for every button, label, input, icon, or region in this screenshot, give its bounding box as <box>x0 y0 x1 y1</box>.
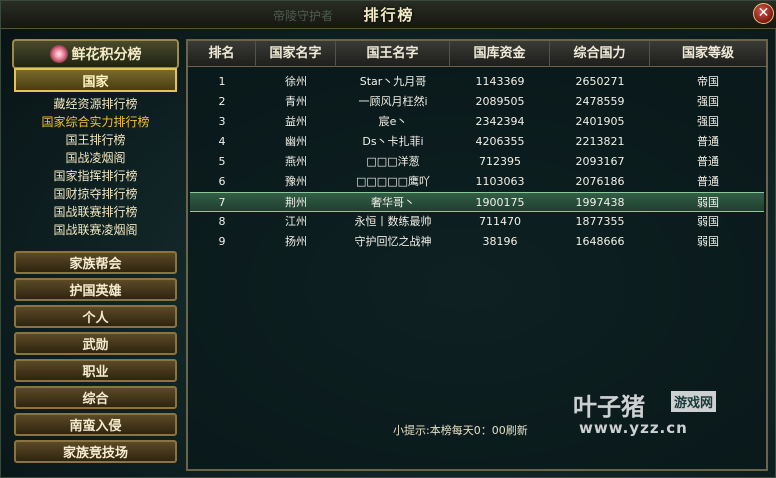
subcategory-item[interactable]: 国战凌烟阁 <box>14 149 177 167</box>
table-row[interactable]: 9 扬州 守护回忆之战神 38196 1648666 弱国 <box>190 232 764 252</box>
table-cell: 弱国 <box>697 235 719 248</box>
subcategory-item[interactable]: 国家指挥排行榜 <box>14 167 177 185</box>
flower-ranking-label: 鲜花积分榜 <box>71 47 142 63</box>
table-row[interactable]: 1 徐州 Star丶九月哥 1143369 2650271 帝国 <box>190 72 764 92</box>
refresh-tip: 小提示:本榜每天0：00刷新 <box>393 424 528 437</box>
column-header[interactable]: 排名 <box>188 41 256 67</box>
table-cell: 弱国 <box>697 196 719 209</box>
table-cell: 9 <box>218 235 226 248</box>
table-cell: 强国 <box>697 95 719 108</box>
table-cell: 普通 <box>697 135 719 148</box>
table-cell: 1997438 <box>575 196 625 209</box>
table-cell: 燕州 <box>285 155 307 168</box>
table-cell: 5 <box>218 155 226 168</box>
sidebar-category-button[interactable]: 个人 <box>14 305 177 328</box>
table-cell: 7 <box>218 196 226 209</box>
subcategory-item[interactable]: 国战联赛排行榜 <box>14 203 177 221</box>
sidebar-category-button[interactable]: 职业 <box>14 359 177 382</box>
table-cell: 2213821 <box>575 135 625 148</box>
table-row[interactable]: 4 幽州 Ds丶卡扎菲i 4206355 2213821 普通 <box>190 132 764 152</box>
window-title: 排行榜 <box>363 6 415 24</box>
category-sidebar: 鲜花积分榜 国家 藏经资源排行榜 国家综合实力排行榜 国王排行榜 国战凌烟阁 国家指挥排… <box>12 39 179 469</box>
table-cell: 帝国 <box>697 75 719 88</box>
table-cell: 2 <box>218 95 226 108</box>
tab-country[interactable]: 国家 <box>14 68 177 92</box>
table-cell: 守护回忆之战神 <box>354 235 432 248</box>
game-window: 帝陵守护者 排行榜 ✕ 鲜花积分榜 国家 藏经资源排行榜 国家综合实力排行榜 国王排… <box>0 0 776 478</box>
table-header: 排名 国家名字 国王名字 国库资金 综合国力 国家等级 <box>188 41 766 67</box>
table-cell: 2089505 <box>475 95 525 108</box>
table-cell: 扬州 <box>285 235 307 248</box>
table-cell: 2650271 <box>575 75 625 88</box>
column-header[interactable]: 综合国力 <box>550 41 650 67</box>
table-cell: 1103063 <box>475 175 525 188</box>
table-cell: 2401905 <box>575 115 625 128</box>
table-cell: 一顾风月枉然i <box>358 95 428 108</box>
subcategory-item[interactable]: 国战联赛凌烟阁 <box>14 221 177 239</box>
flower-icon <box>49 45 68 63</box>
table-cell: Ds丶卡扎菲i <box>362 135 424 148</box>
table-cell: 普通 <box>697 155 719 168</box>
table-cell: 712395 <box>479 155 521 168</box>
sidebar-category-button[interactable]: 综合 <box>14 386 177 409</box>
table-cell: 1877355 <box>575 215 625 228</box>
table-cell: 8 <box>218 215 226 228</box>
table-cell: 38196 <box>482 235 518 248</box>
table-cell: 3 <box>218 115 226 128</box>
table-cell: □□□洋葱 <box>366 155 420 168</box>
table-cell: 益州 <box>285 115 307 128</box>
subcategory-item[interactable]: 国财掠夺排行榜 <box>14 185 177 203</box>
subcategory-item[interactable]: 藏经资源排行榜 <box>14 95 177 113</box>
sidebar-category-button[interactable]: 护国英雄 <box>14 278 177 301</box>
sidebar-category-button[interactable]: 家族竞技场 <box>14 440 177 463</box>
table-row[interactable]: 6 豫州 □□□□□鹰吖 1103063 2076186 普通 <box>190 172 764 192</box>
table-cell: 6 <box>218 175 226 188</box>
table-cell: 豫州 <box>285 175 307 188</box>
sidebar-category-button[interactable]: 武勋 <box>14 332 177 355</box>
table-cell: 2342394 <box>475 115 525 128</box>
table-row[interactable]: 8 江州 永恒丨数练最帅 711470 1877355 弱国 <box>190 212 764 232</box>
table-cell: 幽州 <box>285 135 307 148</box>
table-cell: 江州 <box>285 215 307 228</box>
flower-ranking-header[interactable]: 鲜花积分榜 <box>12 39 179 69</box>
table-cell: 强国 <box>697 115 719 128</box>
close-button[interactable]: ✕ <box>753 3 774 24</box>
table-cell: 1143369 <box>475 75 525 88</box>
table-cell: □□□□□鹰吖 <box>356 175 430 188</box>
table-cell: 徐州 <box>285 75 307 88</box>
ranking-panel: 排名 国家名字 国王名字 国库资金 综合国力 国家等级 1 徐州 Star丶九月哥 114336… <box>186 39 768 471</box>
table-cell: 荆州 <box>285 196 307 209</box>
table-cell: 2093167 <box>575 155 625 168</box>
subcategory-item[interactable]: 国家综合实力排行榜 <box>14 113 177 131</box>
sidebar-category-button[interactable]: 南蛮入侵 <box>14 413 177 436</box>
table-row[interactable]: 3 益州 宸e丶 2342394 2401905 强国 <box>190 112 764 132</box>
table-cell: 711470 <box>479 215 521 228</box>
table-row[interactable]: 7 荆州 奢华哥丶 1900175 1997438 弱国 <box>190 192 764 212</box>
table-row[interactable]: 5 燕州 □□□洋葱 712395 2093167 普通 <box>190 152 764 172</box>
column-header[interactable]: 国家等级 <box>650 41 766 67</box>
table-cell: 2478559 <box>575 95 625 108</box>
country-subcategory-list: 藏经资源排行榜 国家综合实力排行榜 国王排行榜 国战凌烟阁 国家指挥排行榜 国财掠夺排行榜… <box>14 95 177 239</box>
column-header[interactable]: 国王名字 <box>336 41 450 67</box>
table-cell: 4206355 <box>475 135 525 148</box>
column-header[interactable]: 国库资金 <box>450 41 550 67</box>
table-cell: 1648666 <box>575 235 625 248</box>
table-cell: 永恒丨数练最帅 <box>354 215 432 228</box>
table-cell: 2076186 <box>575 175 625 188</box>
table-cell: 4 <box>218 135 226 148</box>
table-cell: 1900175 <box>475 196 525 209</box>
table-cell: 普通 <box>697 175 719 188</box>
table-cell: 宸e丶 <box>378 115 408 128</box>
table-cell: Star丶九月哥 <box>359 75 427 88</box>
table-cell: 弱国 <box>697 215 719 228</box>
table-cell: 1 <box>218 75 226 88</box>
subcategory-item[interactable]: 国王排行榜 <box>14 131 177 149</box>
title-bar: 帝陵守护者 排行榜 ✕ <box>1 1 776 29</box>
column-header[interactable]: 国家名字 <box>256 41 336 67</box>
table-cell: 奢华哥丶 <box>371 196 415 209</box>
table-cell: 青州 <box>285 95 307 108</box>
table-row[interactable]: 2 青州 一顾风月枉然i 2089505 2478559 强国 <box>190 92 764 112</box>
sidebar-category-button[interactable]: 家族帮会 <box>14 251 177 274</box>
